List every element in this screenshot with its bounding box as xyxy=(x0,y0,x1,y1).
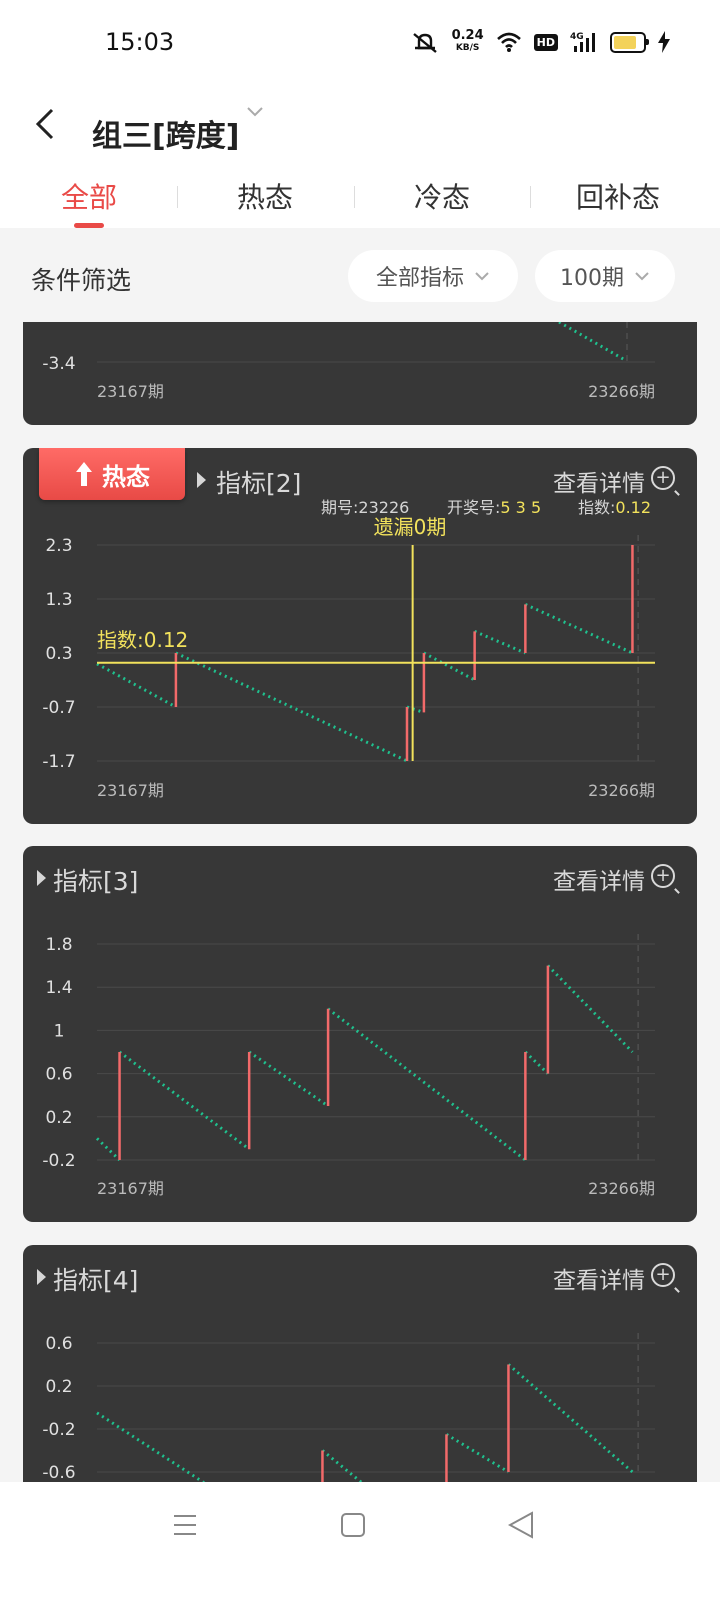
status-time: 15:03 xyxy=(105,28,175,56)
y-tick-label: -1.7 xyxy=(42,752,75,772)
y-tick-label: -0.2 xyxy=(42,1151,75,1171)
series-segment xyxy=(406,705,425,714)
tab-bar: 全部 热态 冷态 回补态 xyxy=(0,160,720,228)
series-segment xyxy=(524,1050,549,1075)
series-segment xyxy=(423,651,476,682)
home-icon[interactable] xyxy=(340,1512,366,1538)
x-start-label: 23167期 xyxy=(97,781,164,800)
y-tick-label: 0.6 xyxy=(45,1334,72,1354)
y-tick-label: 0.3 xyxy=(45,644,72,664)
chevron-down-icon xyxy=(475,272,489,281)
back-triangle-icon[interactable] xyxy=(508,1511,534,1539)
header: 组三[跨度] 全部 热态 冷态 回补态 xyxy=(0,88,720,228)
y-tick-label: 0.6 xyxy=(45,1065,72,1085)
menu-icon[interactable] xyxy=(172,1512,198,1538)
period-select[interactable]: 100期 xyxy=(535,250,675,302)
indicator-card-2[interactable]: 热态 指标[2] 查看详情 + 期号:23226 开奖号:5 3 5 指数:0.… xyxy=(23,448,697,824)
tab-all[interactable]: 全部 xyxy=(1,176,177,216)
y-tick-label: 0.2 xyxy=(45,1108,72,1128)
signal-icon: 4G xyxy=(570,32,595,52)
mute-bell-icon xyxy=(412,33,437,53)
filter-bar: 条件筛选 全部指标 100期 xyxy=(0,228,720,324)
chart-1: -3.4 23167期 23266期 xyxy=(42,322,655,401)
y-tick-label: 1 xyxy=(54,1021,65,1041)
wifi-icon xyxy=(496,32,521,52)
series-segment xyxy=(445,1433,510,1474)
series-segment xyxy=(96,662,177,709)
y-tick-label: -0.2 xyxy=(42,1420,75,1440)
index-marker-label: 指数:0.12 xyxy=(97,628,188,652)
series-segment xyxy=(248,1050,329,1108)
system-nav-bar xyxy=(0,1482,720,1600)
indicator-select[interactable]: 全部指标 xyxy=(348,250,518,302)
tab-hot[interactable]: 热态 xyxy=(177,176,353,216)
series-segment xyxy=(524,603,634,655)
x-end-label: 23266期 xyxy=(588,1179,655,1198)
y-tick-label: -0.6 xyxy=(42,1463,75,1482)
series-segment xyxy=(321,1449,363,1482)
series-segment xyxy=(507,1363,634,1474)
y-tick-label: 0.2 xyxy=(45,1377,72,1397)
y-tick-label: 2.3 xyxy=(45,536,72,556)
chart-2: 遗漏0期 指数:0.12 23167期 23266期 2.3 1.3 0.3 -0.7… xyxy=(42,515,655,800)
chevron-left-icon[interactable] xyxy=(32,104,58,144)
x-start-label: 23167期 xyxy=(97,1179,164,1198)
page-title[interactable]: 组三[跨度] xyxy=(92,111,239,155)
chart-4: 0.6 0.2 -0.2 -0.6 xyxy=(42,1333,655,1482)
indicator-card-1[interactable]: -3.4 23167期 23266期 xyxy=(23,322,697,425)
crosshair-label: 遗漏0期 xyxy=(374,515,447,539)
charging-icon xyxy=(658,31,670,53)
x-end-label: 23266期 xyxy=(588,781,655,800)
y-tick-label: -3.4 xyxy=(42,354,75,374)
signal-label: 4G xyxy=(570,32,584,42)
y-tick-label: 1.4 xyxy=(45,978,72,998)
hd-icon: HD xyxy=(533,33,558,51)
series-segment xyxy=(95,1137,121,1162)
x-end-label: 23266期 xyxy=(588,382,655,401)
x-start-label: 23167期 xyxy=(97,382,164,401)
chevron-down-icon xyxy=(635,272,649,281)
series-segment xyxy=(327,1007,527,1162)
tab-cold[interactable]: 冷态 xyxy=(354,176,530,216)
y-tick-label: -0.7 xyxy=(42,698,75,718)
chevron-down-icon[interactable] xyxy=(246,106,264,118)
indicator-select-value: 全部指标 xyxy=(375,266,464,291)
indicator-card-3[interactable]: 指标[3] 查看详情 + 23167期 23266期 1.8 1.4 1 0.6 0.2… xyxy=(23,846,697,1222)
y-tick-label: 1.3 xyxy=(45,590,72,610)
chart-3: 23167期 23266期 1.8 1.4 1 0.6 0.2 -0.2 xyxy=(42,934,655,1198)
indicator-card-4[interactable]: 指标[4] 查看详情 + 0.6 0.2 -0.2 -0.6 xyxy=(23,1245,697,1482)
series-line xyxy=(558,322,626,362)
tab-rebound[interactable]: 回补态 xyxy=(530,176,706,216)
battery-icon xyxy=(610,31,649,53)
status-icons: 0.24 KB/S HD 4G xyxy=(410,28,670,54)
period-select-value: 100期 xyxy=(560,266,624,291)
series-segment xyxy=(474,630,526,655)
y-tick-label: 1.8 xyxy=(45,935,72,955)
status-bar: 15:03 0.24 KB/S HD 4G xyxy=(0,0,720,88)
series-segment xyxy=(118,1050,251,1151)
series-segment xyxy=(546,964,634,1054)
net-speed: 0.24 KB/S xyxy=(451,28,484,53)
filter-label: 条件筛选 xyxy=(31,266,132,295)
